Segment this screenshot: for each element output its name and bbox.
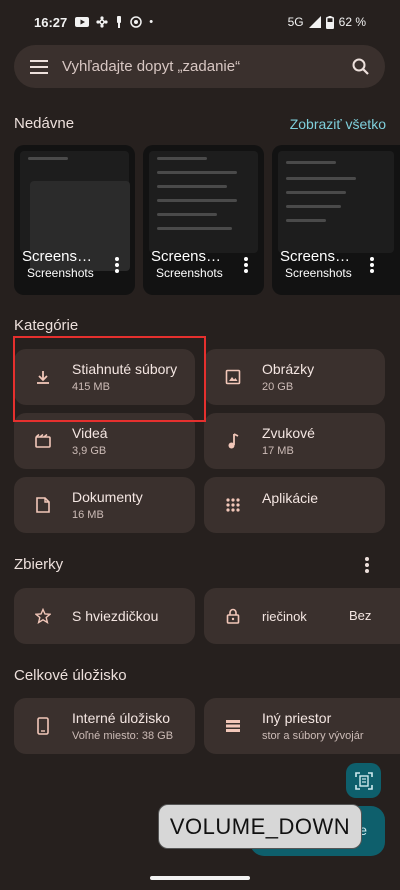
more-options-icon[interactable] bbox=[370, 257, 374, 273]
tile-size: 3,9 GB bbox=[72, 445, 107, 457]
tile-free-space: Voľné miesto: 38 GB bbox=[72, 730, 174, 742]
tile-label: Iný priestor bbox=[262, 710, 332, 726]
search-bar[interactable]: Vyhľadajte dopyt „zadanie“ bbox=[14, 45, 385, 88]
pinwheel-icon bbox=[96, 16, 108, 28]
tile-label: Zvukové bbox=[262, 425, 315, 441]
tile-label: Obrázky bbox=[262, 361, 315, 377]
gesture-nav-handle[interactable] bbox=[150, 876, 250, 880]
category-apps[interactable]: Aplikácie bbox=[204, 477, 385, 533]
notification-icons: • bbox=[75, 16, 153, 28]
tile-label: Stiahnuté súbory bbox=[72, 361, 178, 377]
storage-internal[interactable]: Interné úložisko Voľné miesto: 38 GB bbox=[14, 698, 195, 754]
tile-extra: Bez bbox=[349, 608, 372, 623]
status-right: 5G 62 % bbox=[288, 15, 366, 29]
more-options-icon[interactable] bbox=[115, 257, 119, 273]
battery-level: 62 % bbox=[338, 15, 366, 29]
recent-item-title: Screens… bbox=[280, 248, 351, 265]
tile-label: Interné úložisko bbox=[72, 710, 171, 726]
recent-item-title: Screens… bbox=[22, 248, 93, 265]
apps-grid-icon bbox=[204, 498, 262, 512]
recent-item-subtitle: Screenshots bbox=[156, 266, 223, 280]
tile-size: 20 GB bbox=[262, 381, 294, 393]
recent-item-3[interactable]: Screens… Screenshots bbox=[272, 145, 400, 295]
category-videos[interactable]: Videá 3,9 GB bbox=[14, 413, 195, 469]
search-button[interactable] bbox=[352, 58, 369, 75]
collections-more-icon[interactable] bbox=[365, 557, 369, 573]
dot-icon: • bbox=[149, 16, 154, 28]
tile-label: Videá bbox=[72, 425, 108, 441]
status-bar: 16:27 • 5G 62 % bbox=[0, 0, 400, 44]
show-all-link[interactable]: Zobraziť všetko bbox=[290, 116, 386, 132]
tile-label: S hviezdičkou bbox=[72, 608, 159, 624]
collection-starred[interactable]: S hviezdičkou bbox=[14, 588, 195, 644]
thumbnail bbox=[149, 151, 258, 253]
tile-size: 16 MB bbox=[72, 509, 104, 521]
tile-size: 415 MB bbox=[72, 381, 110, 393]
tile-label: Dokumenty bbox=[72, 489, 143, 505]
category-images[interactable]: Obrázky 20 GB bbox=[204, 349, 385, 405]
thumbnail bbox=[278, 151, 394, 253]
image-icon bbox=[204, 369, 262, 385]
battery-icon bbox=[325, 15, 334, 29]
tile-size: 17 MB bbox=[262, 445, 294, 457]
recent-item-subtitle: Screenshots bbox=[285, 266, 352, 280]
scan-button[interactable] bbox=[346, 763, 381, 798]
category-downloads[interactable]: Stiahnuté súbory 415 MB bbox=[14, 349, 195, 405]
categories-title: Kategórie bbox=[14, 317, 79, 334]
collection-safe-folder[interactable]: riečinok Bez bbox=[204, 588, 400, 644]
camera-icon bbox=[130, 16, 142, 28]
storage-other[interactable]: Iný priestor stor a súbory vývojár bbox=[204, 698, 400, 754]
video-icon bbox=[14, 434, 72, 448]
recent-item-subtitle: Screenshots bbox=[27, 266, 94, 280]
lock-icon bbox=[204, 608, 262, 624]
recent-title: Nedávne bbox=[14, 115, 75, 132]
more-options-icon[interactable] bbox=[244, 257, 248, 273]
recent-item-1[interactable]: Screens… Screenshots bbox=[14, 145, 135, 295]
tile-label: riečinok bbox=[262, 608, 307, 624]
recent-item-title: Screens… bbox=[151, 248, 222, 265]
tile-description: stor a súbory vývojár bbox=[262, 730, 364, 742]
scan-icon bbox=[354, 771, 373, 790]
storage-icon bbox=[204, 719, 262, 733]
volume-key-overlay: VOLUME_DOWN bbox=[158, 804, 362, 849]
download-icon bbox=[14, 369, 72, 385]
youtube-icon bbox=[75, 17, 90, 27]
recent-item-2[interactable]: Screens… Screenshots bbox=[143, 145, 264, 295]
star-icon bbox=[14, 608, 72, 624]
category-documents[interactable]: Dokumenty 16 MB bbox=[14, 477, 195, 533]
status-time: 16:27 bbox=[34, 14, 68, 30]
torch-icon bbox=[117, 16, 122, 28]
signal-icon bbox=[308, 16, 321, 28]
search-placeholder[interactable]: Vyhľadajte dopyt „zadanie“ bbox=[62, 58, 240, 75]
menu-icon[interactable] bbox=[30, 59, 48, 74]
document-icon bbox=[14, 497, 72, 513]
phone-icon bbox=[14, 717, 72, 735]
storage-title: Celkové úložisko bbox=[14, 667, 127, 684]
music-note-icon bbox=[204, 433, 262, 449]
collections-title: Zbierky bbox=[14, 556, 64, 573]
category-audio[interactable]: Zvukové 17 MB bbox=[204, 413, 385, 469]
search-icon bbox=[352, 58, 369, 75]
thumbnail bbox=[20, 151, 130, 271]
tile-label: Aplikácie bbox=[262, 490, 319, 506]
network-type: 5G bbox=[287, 15, 304, 29]
